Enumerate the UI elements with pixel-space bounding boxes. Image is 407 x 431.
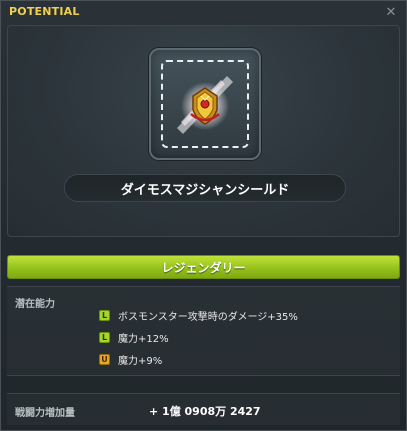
- legendary-grade-icon: L: [99, 331, 110, 343]
- potential-line-text: 魔力+12%: [118, 333, 169, 345]
- potential-line: L ボスモンスター攻撃時のダメージ+35%: [99, 307, 298, 323]
- potential-section-label: 潜在能力: [15, 299, 55, 310]
- potential-section: 潜在能力 L ボスモンスター攻撃時のダメージ+35% L 魔力+12% U 魔力…: [7, 286, 400, 376]
- item-name: ダイモスマジシャンシールド: [64, 174, 346, 202]
- potential-line: U 魔力+9%: [99, 351, 162, 367]
- title-bar: POTENTIAL ✕: [1, 1, 406, 23]
- potential-window: POTENTIAL ✕ ダイモスマジシャンシールド レジェンダリー 潜在能力 L…: [0, 0, 407, 431]
- potential-line-text: 魔力+9%: [118, 355, 163, 367]
- potential-line: L 魔力+12%: [99, 329, 169, 345]
- unique-grade-icon: U: [99, 353, 110, 365]
- potential-line-text: ボスモンスター攻撃時のダメージ+35%: [118, 311, 298, 323]
- grade-badge: レジェンダリー: [7, 255, 400, 279]
- legendary-grade-icon: L: [99, 309, 110, 321]
- combat-power-section: 戦闘力増加量 + 1億 0908万 2427: [7, 393, 400, 425]
- combat-power-label: 戦闘力増加量: [15, 408, 75, 419]
- window-title: POTENTIAL: [9, 5, 80, 18]
- item-icon-frame: [149, 48, 261, 160]
- item-panel: ダイモスマジシャンシールド: [7, 25, 400, 237]
- combat-power-value: + 1億 0908万 2427: [149, 405, 261, 418]
- close-icon[interactable]: ✕: [384, 5, 398, 20]
- golden-shield-icon: [177, 76, 233, 134]
